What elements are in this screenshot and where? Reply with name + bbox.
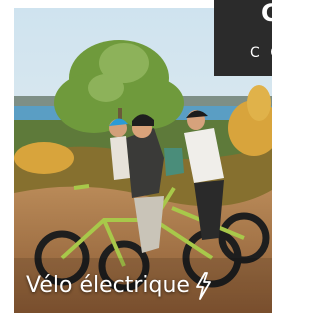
promo-subtitle: C C <box>250 45 272 61</box>
promo-banner[interactable]: C C C <box>214 0 272 76</box>
activity-caption: Vélo électrique <box>26 272 212 300</box>
activity-caption-label: Vélo électrique <box>26 273 190 298</box>
promo-title: C <box>261 0 272 27</box>
lightning-bolt-icon <box>196 272 211 300</box>
page: Vélo électrique C C C <box>0 0 272 313</box>
